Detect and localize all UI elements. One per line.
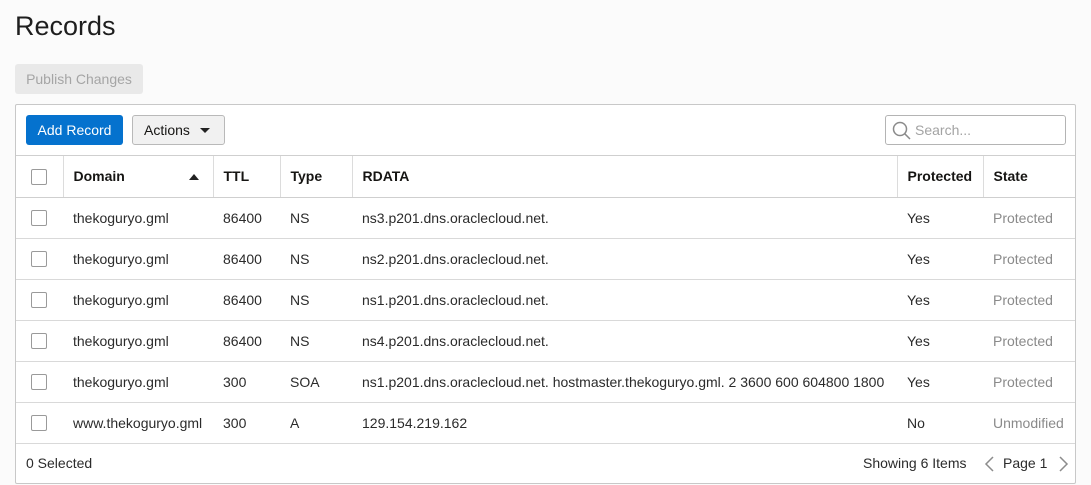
table-row[interactable]: thekoguryo.gml 86400 NS ns3.p201.dns.ora…	[16, 197, 1075, 239]
select-all-checkbox[interactable]	[31, 168, 47, 185]
domain-cell: thekoguryo.gml	[63, 197, 213, 239]
search-box[interactable]	[885, 115, 1066, 145]
protected-cell: Yes	[897, 238, 983, 280]
state-cell: Protected	[983, 320, 1075, 362]
ttl-cell: 300	[213, 402, 280, 444]
protected-cell: Yes	[897, 197, 983, 239]
rdata-cell: ns1.p201.dns.oraclecloud.net.	[352, 279, 897, 321]
type-cell: NS	[280, 238, 352, 280]
domain-cell: thekoguryo.gml	[63, 320, 213, 362]
caret-down-icon	[200, 128, 210, 133]
rdata-cell: 129.154.219.162	[352, 402, 897, 444]
records-table: Domain TTL Type RDATA Protected State th…	[16, 156, 1075, 444]
domain-cell: thekoguryo.gml	[63, 279, 213, 321]
table-header-row: Domain TTL Type RDATA Protected State	[16, 156, 1075, 198]
page-title: Records	[15, 11, 116, 41]
rdata-cell: ns1.p201.dns.oraclecloud.net. hostmaster…	[352, 361, 897, 403]
ttl-cell: 86400	[213, 279, 280, 321]
domain-cell: www.thekoguryo.gml	[63, 402, 213, 444]
protected-cell: Yes	[897, 320, 983, 362]
column-header-protected[interactable]: Protected	[897, 156, 984, 198]
row-checkbox[interactable]	[31, 210, 47, 227]
rdata-cell: ns3.p201.dns.oraclecloud.net.	[352, 197, 897, 239]
column-header-ttl[interactable]: TTL	[213, 156, 281, 198]
items-count: Showing 6 Items	[863, 455, 967, 471]
ttl-cell: 86400	[213, 197, 280, 239]
type-cell: NS	[280, 320, 352, 362]
domain-cell: thekoguryo.gml	[63, 238, 213, 280]
row-checkbox[interactable]	[31, 251, 47, 268]
state-cell: Protected	[983, 361, 1075, 403]
protected-cell: Yes	[897, 279, 983, 321]
row-select-cell	[16, 320, 63, 362]
rdata-cell: ns4.p201.dns.oraclecloud.net.	[352, 320, 897, 362]
select-all-cell	[16, 156, 64, 198]
search-icon	[892, 121, 911, 140]
row-select-cell	[16, 279, 63, 321]
sort-ascending-icon[interactable]	[188, 174, 199, 180]
column-header-state[interactable]: State	[983, 156, 1075, 198]
table-row[interactable]: www.thekoguryo.gml 300 A 129.154.219.162…	[16, 402, 1075, 444]
table-row[interactable]: thekoguryo.gml 86400 NS ns4.p201.dns.ora…	[16, 320, 1075, 362]
state-cell: Protected	[983, 197, 1075, 239]
chevron-left-icon[interactable]	[983, 455, 997, 473]
records-panel: Add Record Actions Domain	[15, 104, 1076, 484]
ttl-cell: 86400	[213, 238, 280, 280]
column-header-type[interactable]: Type	[280, 156, 353, 198]
column-header-rdata[interactable]: RDATA	[352, 156, 898, 198]
type-cell: SOA	[280, 361, 352, 403]
row-checkbox[interactable]	[31, 374, 47, 391]
rdata-cell: ns2.p201.dns.oraclecloud.net.	[352, 238, 897, 280]
search-input[interactable]	[915, 120, 1060, 140]
chevron-right-icon[interactable]	[1056, 455, 1070, 473]
table-row[interactable]: thekoguryo.gml 300 SOA ns1.p201.dns.orac…	[16, 361, 1075, 403]
column-header-domain[interactable]: Domain	[63, 156, 214, 198]
type-cell: NS	[280, 197, 352, 239]
column-header-label: Domain	[73, 168, 125, 185]
actions-dropdown-button[interactable]: Actions	[132, 115, 225, 145]
table-row[interactable]: thekoguryo.gml 86400 NS ns2.p201.dns.ora…	[16, 238, 1075, 280]
state-cell: Protected	[983, 279, 1075, 321]
table-row[interactable]: thekoguryo.gml 86400 NS ns1.p201.dns.ora…	[16, 279, 1075, 321]
records-toolbar: Add Record Actions	[16, 105, 1075, 156]
row-select-cell	[16, 361, 63, 403]
protected-cell: No	[897, 402, 983, 444]
state-cell: Unmodified	[983, 402, 1075, 444]
table-footer: 0 Selected Showing 6 Items Page 1	[16, 443, 1075, 484]
selected-count: 0 Selected	[26, 455, 93, 471]
row-checkbox[interactable]	[31, 415, 47, 432]
type-cell: NS	[280, 279, 352, 321]
protected-cell: Yes	[897, 361, 983, 403]
page-indicator: Page 1	[1003, 455, 1048, 471]
domain-cell: thekoguryo.gml	[63, 361, 213, 403]
publish-changes-button[interactable]: Publish Changes	[15, 64, 143, 94]
type-cell: A	[280, 402, 352, 444]
ttl-cell: 86400	[213, 320, 280, 362]
ttl-cell: 300	[213, 361, 280, 403]
row-select-cell	[16, 402, 63, 444]
row-checkbox[interactable]	[31, 333, 47, 350]
row-select-cell	[16, 197, 63, 239]
add-record-button[interactable]: Add Record	[26, 115, 123, 145]
row-select-cell	[16, 238, 63, 280]
state-cell: Protected	[983, 238, 1075, 280]
row-checkbox[interactable]	[31, 292, 47, 309]
actions-label: Actions	[144, 122, 190, 138]
